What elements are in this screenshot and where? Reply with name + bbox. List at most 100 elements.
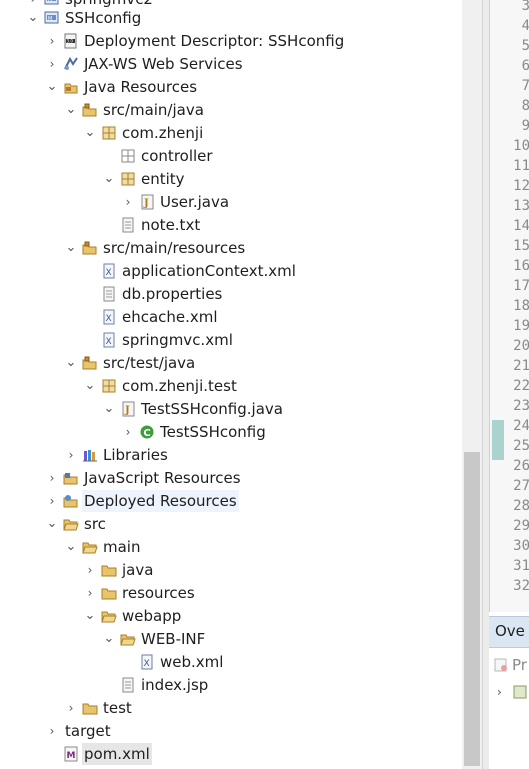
- chevron-right-icon[interactable]: ›: [45, 720, 59, 742]
- package-icon: [102, 379, 116, 393]
- tree-item-label: java: [122, 561, 154, 579]
- chevron-down-icon[interactable]: ⌄: [26, 7, 40, 29]
- line-number: 13: [513, 198, 529, 214]
- xml-file-icon: X: [141, 654, 153, 670]
- project-explorer-tree: ›Mspringmvc2⌄MSSHconfig›3.0Deployment De…: [0, 0, 462, 769]
- line-number: 15: [513, 238, 529, 254]
- chevron-right-icon[interactable]: ›: [45, 53, 59, 75]
- line-number: 27: [513, 478, 529, 494]
- line-number: 11: [513, 158, 529, 174]
- chevron-right-icon[interactable]: ›: [45, 30, 59, 52]
- tree-scrollbar-thumb[interactable]: [464, 452, 480, 766]
- chevron-down-icon[interactable]: ⌄: [64, 536, 78, 558]
- folder-open-icon: [63, 519, 79, 531]
- chevron-down-icon[interactable]: ⌄: [83, 605, 97, 627]
- project-icon: M: [44, 11, 59, 24]
- chevron-down-icon[interactable]: ⌄: [102, 398, 116, 420]
- tab-overview-label: Ove: [495, 622, 525, 640]
- line-number: 16: [513, 258, 529, 274]
- chevron-right-icon[interactable]: ›: [64, 697, 78, 719]
- chevron-down-icon[interactable]: ⌄: [64, 237, 78, 259]
- chevron-down-icon[interactable]: ⌄: [83, 375, 97, 397]
- line-number: 10: [513, 138, 529, 154]
- tab-overview[interactable]: Ove: [489, 616, 529, 648]
- text-file-icon: [122, 217, 134, 233]
- line-number: 7: [490, 76, 529, 96]
- line-number: 22: [513, 378, 529, 394]
- tree-item-label: index.jsp: [141, 676, 209, 694]
- xml-file-icon: X: [103, 332, 115, 348]
- xml-file-icon: X: [103, 263, 115, 279]
- tree-item-label: Deployment Descriptor: SSHconfig: [84, 32, 345, 50]
- tree-scrollbar[interactable]: [462, 0, 482, 769]
- line-number: 21: [513, 358, 529, 374]
- tree-item-label: main: [103, 538, 141, 556]
- line-number: 5: [490, 36, 529, 56]
- chevron-down-icon[interactable]: ⌄: [102, 168, 116, 190]
- tree-item-label: src/test/java: [103, 354, 196, 372]
- line-number: 19: [513, 318, 529, 334]
- line-number: 23: [513, 398, 529, 414]
- chevron-down-icon[interactable]: ⌄: [102, 628, 116, 650]
- tree-item-label: applicationContext.xml: [122, 262, 296, 280]
- tree-item-label: TestSSHconfig.java: [141, 400, 283, 418]
- project-icon: M: [44, 0, 59, 5]
- line-number: 30: [513, 538, 529, 554]
- tree-item-label: src/main/java: [103, 101, 204, 119]
- problems-icon: [494, 658, 507, 672]
- chevron-right-icon[interactable]: ›: [45, 467, 59, 489]
- tab-problems[interactable]: Pr: [493, 656, 527, 674]
- tree-item-label: controller: [141, 147, 213, 165]
- svg-text:X: X: [106, 268, 112, 278]
- panel-separator[interactable]: [482, 0, 489, 769]
- tree-item-label: JavaScript Resources: [84, 469, 241, 487]
- line-number: 26: [513, 458, 529, 474]
- line-number: 18: [513, 298, 529, 314]
- svg-text:X: X: [106, 337, 112, 347]
- tree-item-label: User.java: [160, 193, 230, 211]
- tree-item-label: resources: [122, 584, 195, 602]
- line-number: 3: [490, 0, 529, 16]
- line-number: 17: [513, 278, 529, 294]
- line-number: 25: [513, 438, 529, 454]
- tree-item-label: ehcache.xml: [122, 308, 218, 326]
- chevron-right-icon[interactable]: ›: [121, 191, 135, 213]
- tree-item-label: src/main/resources: [103, 239, 246, 257]
- chevron-right-icon[interactable]: ›: [121, 421, 135, 443]
- line-number: 4: [490, 16, 529, 36]
- xml-file-icon: X: [103, 309, 115, 325]
- svg-text:X: X: [144, 659, 150, 669]
- chevron-down-icon[interactable]: ⌄: [64, 352, 78, 374]
- folder-icon: [82, 703, 98, 715]
- source-folder-icon: [82, 241, 97, 255]
- line-number: 12: [513, 178, 529, 194]
- chevron-down-icon[interactable]: ⌄: [45, 513, 59, 535]
- svg-text:J: J: [124, 405, 130, 416]
- chevron-right-icon[interactable]: ›: [64, 444, 78, 466]
- problems-row[interactable]: ›: [497, 684, 528, 700]
- svg-text:3.0: 3.0: [67, 39, 74, 44]
- libraries-icon: [83, 450, 97, 462]
- chevron-down-icon[interactable]: ⌄: [45, 76, 59, 98]
- chevron-down-icon[interactable]: ⌄: [83, 122, 97, 144]
- tree-item-label: pom.xml: [82, 743, 152, 765]
- tree-item-label: JAX-WS Web Services: [84, 55, 243, 73]
- chevron-right-icon[interactable]: ›: [83, 559, 97, 581]
- chevron-right-icon[interactable]: ›: [83, 582, 97, 604]
- chevron-down-icon[interactable]: ⌄: [64, 99, 78, 121]
- line-number: 9: [490, 116, 529, 136]
- java-file-icon: J: [122, 401, 135, 417]
- chevron-right-icon[interactable]: ›: [45, 490, 59, 512]
- chevron-right-icon[interactable]: ›: [497, 685, 502, 699]
- folder-open-icon: [101, 611, 117, 623]
- deployment-descriptor-icon: 3.0: [64, 33, 77, 49]
- empty-package-icon: [121, 149, 135, 163]
- tree-item-label: com.zhenji.test: [122, 377, 237, 395]
- folder-icon: [101, 588, 117, 600]
- tree-item-label: com.zhenji: [122, 124, 204, 142]
